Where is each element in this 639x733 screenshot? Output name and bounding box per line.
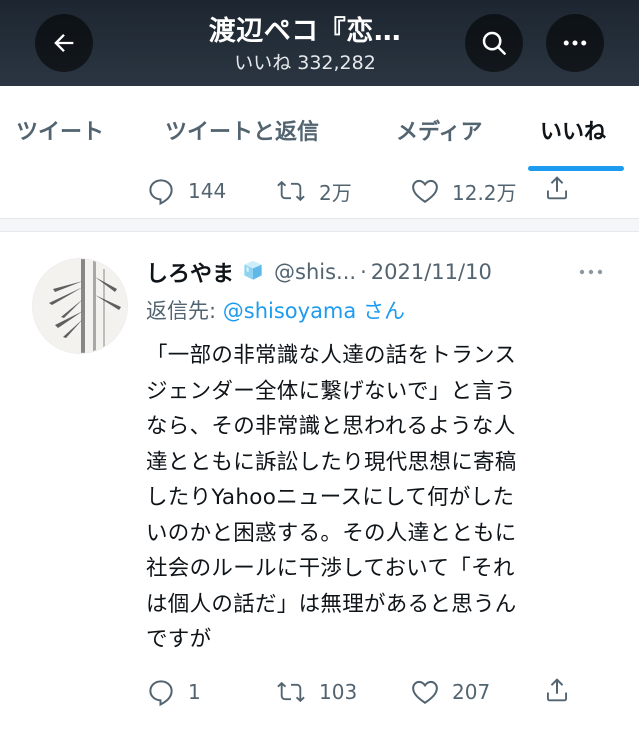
share-icon xyxy=(547,176,567,200)
tab-tweets[interactable]: ツイート xyxy=(16,114,104,146)
display-name[interactable]: しろやま xyxy=(146,256,234,288)
retweet-count: 103 xyxy=(319,680,358,704)
arrow-left-icon xyxy=(54,34,74,52)
reply-mention-suffix: さん xyxy=(356,299,405,323)
like-count: 207 xyxy=(452,680,491,704)
retweet-icon xyxy=(277,681,305,703)
like-button[interactable]: 12.2万 xyxy=(410,176,517,206)
reply-icon xyxy=(149,680,173,707)
tweet-more-button[interactable] xyxy=(575,258,607,286)
tweet-text-line: 「一部の非常識な人達の話をトランス xyxy=(146,343,517,368)
tweet-text-line: なら、その非常識と思われるような人 xyxy=(146,414,516,439)
bamboo-avatar-image xyxy=(33,259,127,353)
reply-count: 144 xyxy=(188,179,227,203)
heart-icon xyxy=(412,179,438,203)
tweet-text-line: いのかと困惑する。その人達とともに xyxy=(146,520,517,546)
more-horizontal-icon xyxy=(579,269,603,275)
retweet-icon xyxy=(277,180,305,202)
more-button[interactable] xyxy=(546,14,604,72)
reply-icon xyxy=(149,179,173,206)
retweet-button[interactable]: 2万 xyxy=(275,176,352,206)
tweet-date[interactable]: 2021/11/10 xyxy=(371,260,492,284)
separator-dot: · xyxy=(360,260,367,284)
tab-media[interactable]: メディア xyxy=(396,114,482,146)
active-tab-indicator xyxy=(528,166,624,171)
heart-icon xyxy=(412,680,438,704)
ice-cube-emoji-icon xyxy=(240,257,266,287)
back-button[interactable] xyxy=(35,14,93,72)
tweet-text-line: ですが xyxy=(146,627,212,652)
search-icon xyxy=(482,31,506,55)
tab-likes[interactable]: いいね xyxy=(540,114,606,146)
reply-to-line: 返信先: @shisoyama さん xyxy=(146,295,405,325)
tweet-text-line: 達とともに訴訟したり現代思想に寄稿 xyxy=(146,449,517,475)
profile-title: 渡辺ペコ『恋… xyxy=(208,16,402,47)
tweet-text-line: は個人の話だ」は無理があると思うん xyxy=(146,591,517,617)
reply-button[interactable]: 1 xyxy=(146,677,201,707)
share-button[interactable] xyxy=(542,674,572,706)
share-button[interactable] xyxy=(542,172,572,204)
avatar[interactable] xyxy=(32,258,128,354)
retweet-count: 2万 xyxy=(319,180,352,205)
search-button[interactable] xyxy=(465,14,523,72)
profile-header: 渡辺ペコ『恋… いいね 332,282 xyxy=(0,0,639,86)
tweet-gap xyxy=(0,219,639,231)
reply-button[interactable]: 144 xyxy=(146,176,226,206)
reply-mention-link[interactable]: @shisoyama xyxy=(223,299,357,323)
like-count: 12.2万 xyxy=(452,180,517,205)
likes-count-subtitle: いいね 332,282 xyxy=(234,52,376,74)
reply-count: 1 xyxy=(188,680,201,704)
tweet-text-line: したりYahooニュースにして何がした xyxy=(146,485,515,510)
more-horizontal-icon xyxy=(563,40,587,46)
profile-tabs: ツイート ツイートと返信 メディア いいね xyxy=(0,86,639,176)
tweet-header: しろやま @shis... · 2021/11/10 xyxy=(146,256,492,288)
reply-to-prefix: 返信先: xyxy=(146,299,223,323)
tweet-divider-bottom xyxy=(0,231,639,232)
tab-tweets-and-replies[interactable]: ツイートと返信 xyxy=(165,114,319,146)
tweet-text-line: 社会のルールに干渉しておいて「それ xyxy=(146,556,515,581)
share-icon xyxy=(547,678,567,702)
username-handle[interactable]: @shis... xyxy=(274,260,356,284)
tweet-text: 「一部の非常識な人達の話をトランス ジェンダー全体に繋げないで」と言う なら、そ… xyxy=(146,338,606,658)
retweet-button[interactable]: 103 xyxy=(275,677,357,707)
tweet-text-line: ジェンダー全体に繋げないで」と言う xyxy=(146,378,516,404)
like-button[interactable]: 207 xyxy=(410,677,490,707)
